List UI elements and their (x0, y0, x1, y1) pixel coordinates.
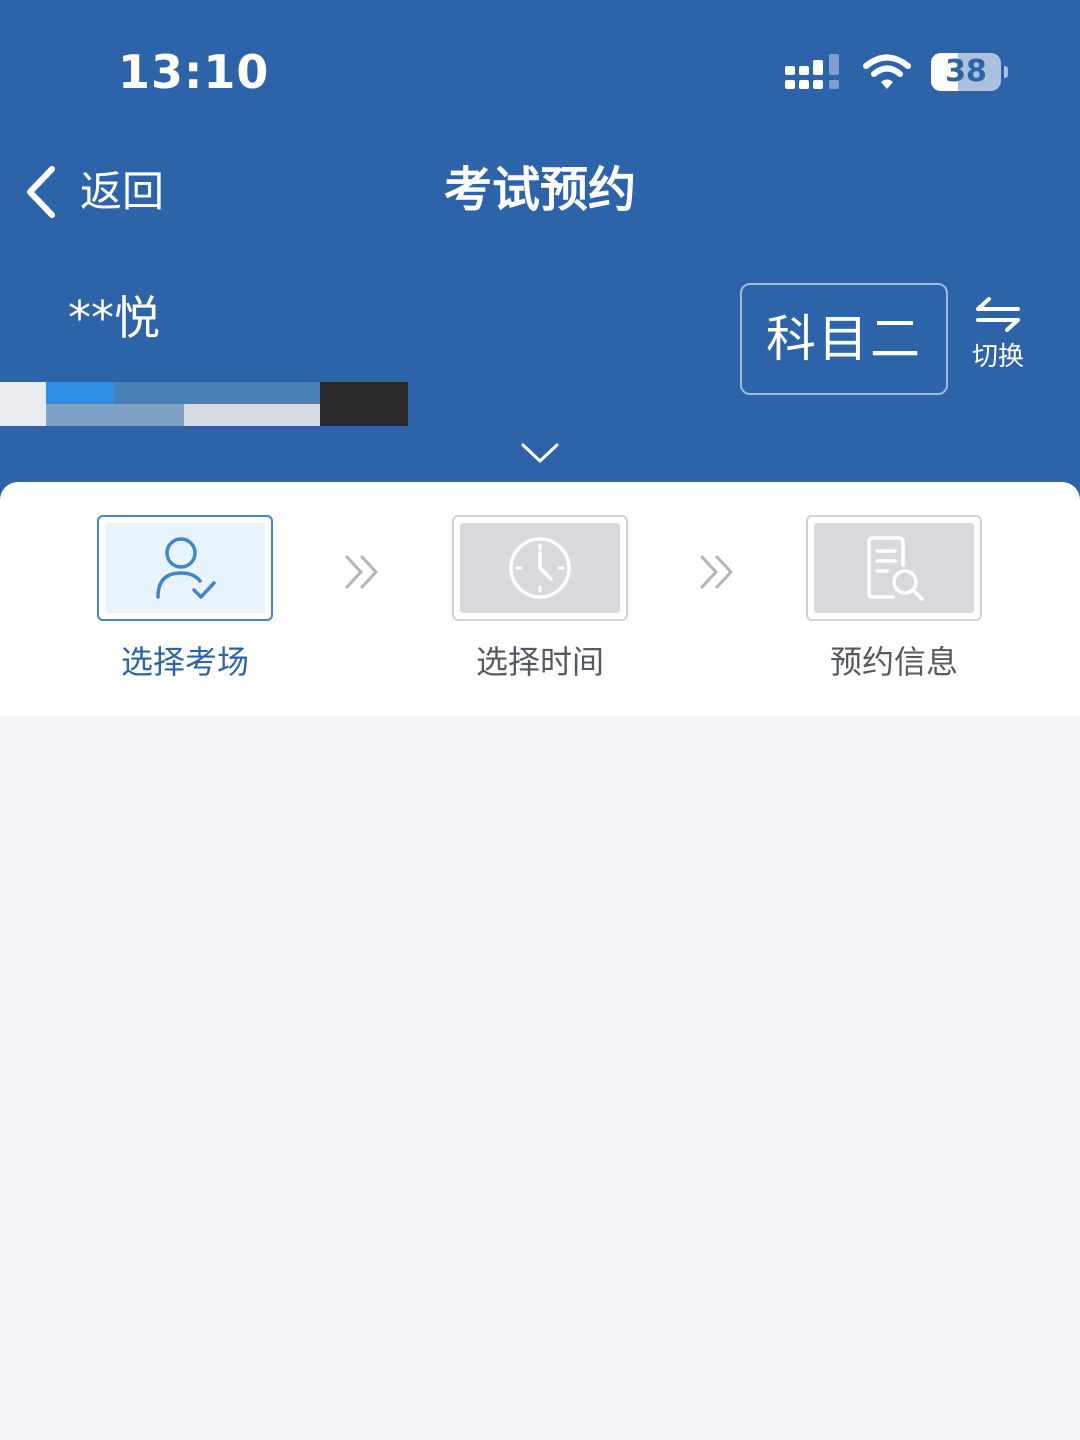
switch-label: 切换 (971, 342, 1024, 372)
step-select-venue[interactable]: 选择考场 (95, 515, 275, 683)
document-search-icon (867, 536, 924, 601)
mosaic-tile (320, 382, 408, 426)
step-box-inner (105, 523, 265, 613)
wifi-icon (863, 54, 911, 89)
mosaic-tile (184, 404, 320, 426)
redacted-block (0, 382, 408, 426)
signal-icon (785, 54, 839, 89)
chevron-down-icon[interactable] (519, 440, 561, 466)
double-chevron-right-icon (700, 555, 733, 589)
battery-icon: 38 (931, 53, 1001, 91)
mosaic-tile (114, 382, 320, 404)
step-label: 选择时间 (475, 643, 604, 681)
status-icons: 38 (785, 50, 1008, 94)
step-box (97, 515, 273, 621)
page-title: 考试预约 (443, 162, 636, 218)
step-box (452, 515, 628, 621)
swap-icon (976, 297, 1020, 332)
mosaic-tile (46, 404, 184, 426)
clock-icon (509, 537, 571, 599)
status-time: 13:10 (118, 45, 270, 99)
step-label: 选择考场 (120, 643, 249, 681)
battery-cap (1004, 66, 1008, 78)
switch-button[interactable]: 切换 (960, 296, 1036, 374)
mosaic-tile (46, 382, 114, 404)
header: 13:10 38 返回 考试预约 **悦 科目二 切换 (0, 0, 1080, 500)
step-label: 预约信息 (829, 643, 958, 681)
step-select-time[interactable]: 选择时间 (450, 515, 630, 683)
user-name: **悦 (68, 291, 160, 345)
step-box-inner (814, 523, 974, 613)
step-progress: 选择考场 选择时间 预约信息 (0, 482, 1080, 716)
double-chevron-right-icon (345, 555, 378, 589)
step-booking-info[interactable]: 预约信息 (804, 515, 984, 683)
step-box (806, 515, 982, 621)
battery-level: 38 (945, 54, 987, 89)
mosaic-tile (0, 382, 46, 426)
user-check-icon (156, 537, 216, 599)
step-box-inner (460, 523, 620, 613)
subject-button[interactable]: 科目二 (740, 283, 948, 395)
